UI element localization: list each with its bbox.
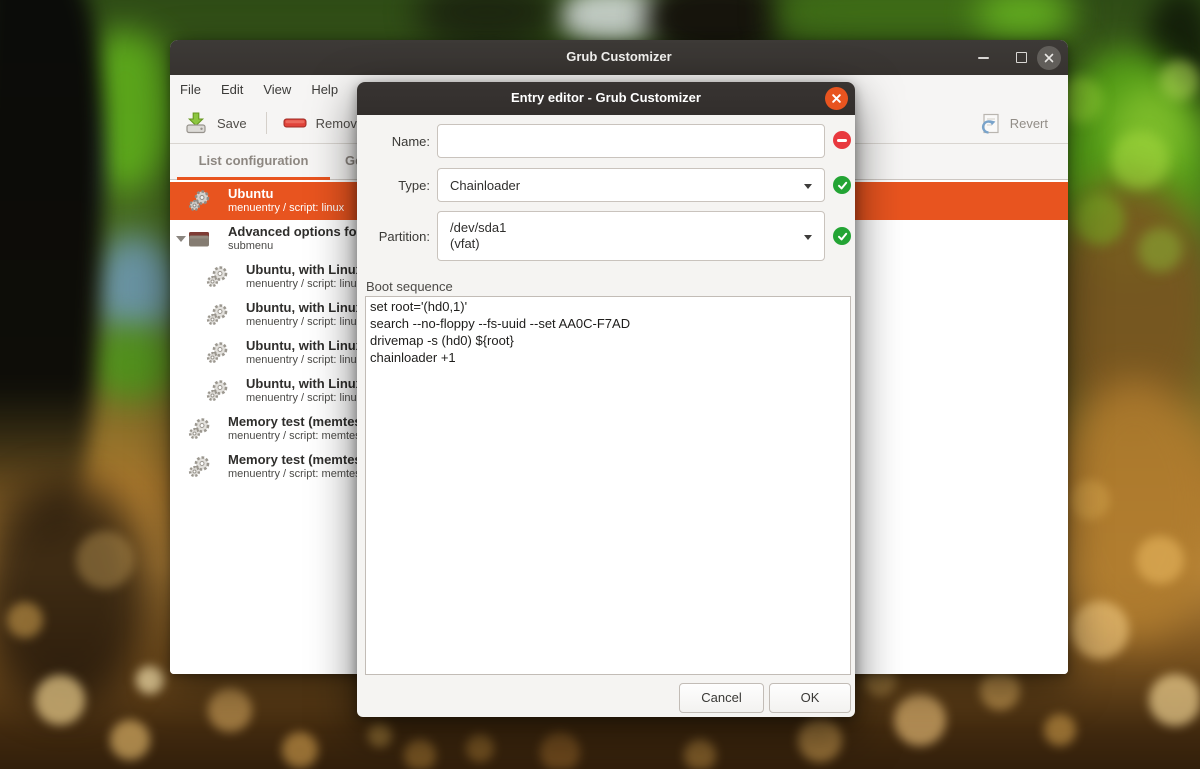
entry-title: Ubuntu, with Linux xyxy=(246,262,363,277)
revert-button[interactable]: Revert xyxy=(1010,116,1048,131)
close-icon[interactable] xyxy=(1037,46,1061,70)
type-dropdown[interactable]: Chainloader xyxy=(437,168,825,202)
entry-subtitle: menuentry / script: linux xyxy=(246,278,363,290)
entry-subtitle: menuentry / script: linux xyxy=(246,392,363,404)
gears-icon xyxy=(188,418,210,440)
boot-sequence-textarea[interactable]: set root='(hd0,1)' search --no-floppy --… xyxy=(365,296,851,675)
save-icon[interactable] xyxy=(183,110,209,136)
partition-device: /dev/sda1 xyxy=(450,220,507,235)
expander-icon[interactable] xyxy=(176,236,186,242)
remove-icon[interactable] xyxy=(282,110,308,136)
gears-icon xyxy=(188,190,210,212)
entry-subtitle: submenu xyxy=(228,240,274,252)
entry-title: Ubuntu, with Linux xyxy=(246,376,363,391)
dialog-titlebar[interactable]: Entry editor - Grub Customizer xyxy=(357,82,855,115)
chevron-down-icon xyxy=(804,184,812,189)
tab-list-configuration[interactable]: List configuration xyxy=(177,144,330,180)
ok-button[interactable]: OK xyxy=(769,683,851,713)
menu-item-help[interactable]: Help xyxy=(311,82,338,97)
revert-icon[interactable] xyxy=(976,111,1002,137)
gears-icon xyxy=(206,342,228,364)
dialog-title: Entry editor - Grub Customizer xyxy=(511,90,701,105)
dialog-close-icon[interactable] xyxy=(825,87,848,110)
desktop: Grub Customizer File Edit View Help Save xyxy=(0,0,1200,769)
status-ok-icon xyxy=(833,227,851,245)
minimize-icon[interactable] xyxy=(978,57,989,59)
entry-title: Ubuntu, with Linux xyxy=(246,300,363,315)
name-label: Name: xyxy=(391,134,430,149)
type-value: Chainloader xyxy=(450,178,521,193)
window-title: Grub Customizer xyxy=(566,49,672,64)
gears-icon xyxy=(206,304,228,326)
name-input[interactable] xyxy=(437,124,825,158)
maximize-icon[interactable] xyxy=(1016,52,1027,63)
entry-title: Ubuntu xyxy=(228,186,274,201)
boot-sequence-label: Boot sequence xyxy=(366,279,453,294)
entry-title: Ubuntu, with Linux xyxy=(246,338,363,353)
menu-item-file[interactable]: File xyxy=(180,82,201,97)
chevron-down-icon xyxy=(804,235,812,240)
save-button[interactable]: Save xyxy=(217,116,247,131)
entry-subtitle: menuentry / script: linux xyxy=(246,316,363,328)
type-label: Type: xyxy=(398,178,430,193)
entry-editor-dialog: Entry editor - Grub Customizer Name: Typ… xyxy=(357,82,855,717)
status-error-icon xyxy=(833,131,851,149)
gears-icon xyxy=(188,456,210,478)
gears-icon xyxy=(206,380,228,402)
gears-icon xyxy=(206,266,228,288)
partition-dropdown[interactable]: /dev/sda1 (vfat) xyxy=(437,211,825,261)
menu-item-edit[interactable]: Edit xyxy=(221,82,243,97)
entry-subtitle: menuentry / script: linux xyxy=(228,202,345,214)
partition-label: Partition: xyxy=(378,229,430,244)
menu-item-view[interactable]: View xyxy=(263,82,291,97)
toolbar-separator xyxy=(265,112,267,134)
cancel-button[interactable]: Cancel xyxy=(679,683,764,713)
folder-icon xyxy=(189,232,209,247)
window-titlebar[interactable]: Grub Customizer xyxy=(170,40,1068,75)
entry-subtitle: menuentry / script: linux xyxy=(246,354,363,366)
revert-group: Revert xyxy=(976,103,1048,144)
partition-fstype: (vfat) xyxy=(450,236,480,251)
status-ok-icon xyxy=(833,176,851,194)
